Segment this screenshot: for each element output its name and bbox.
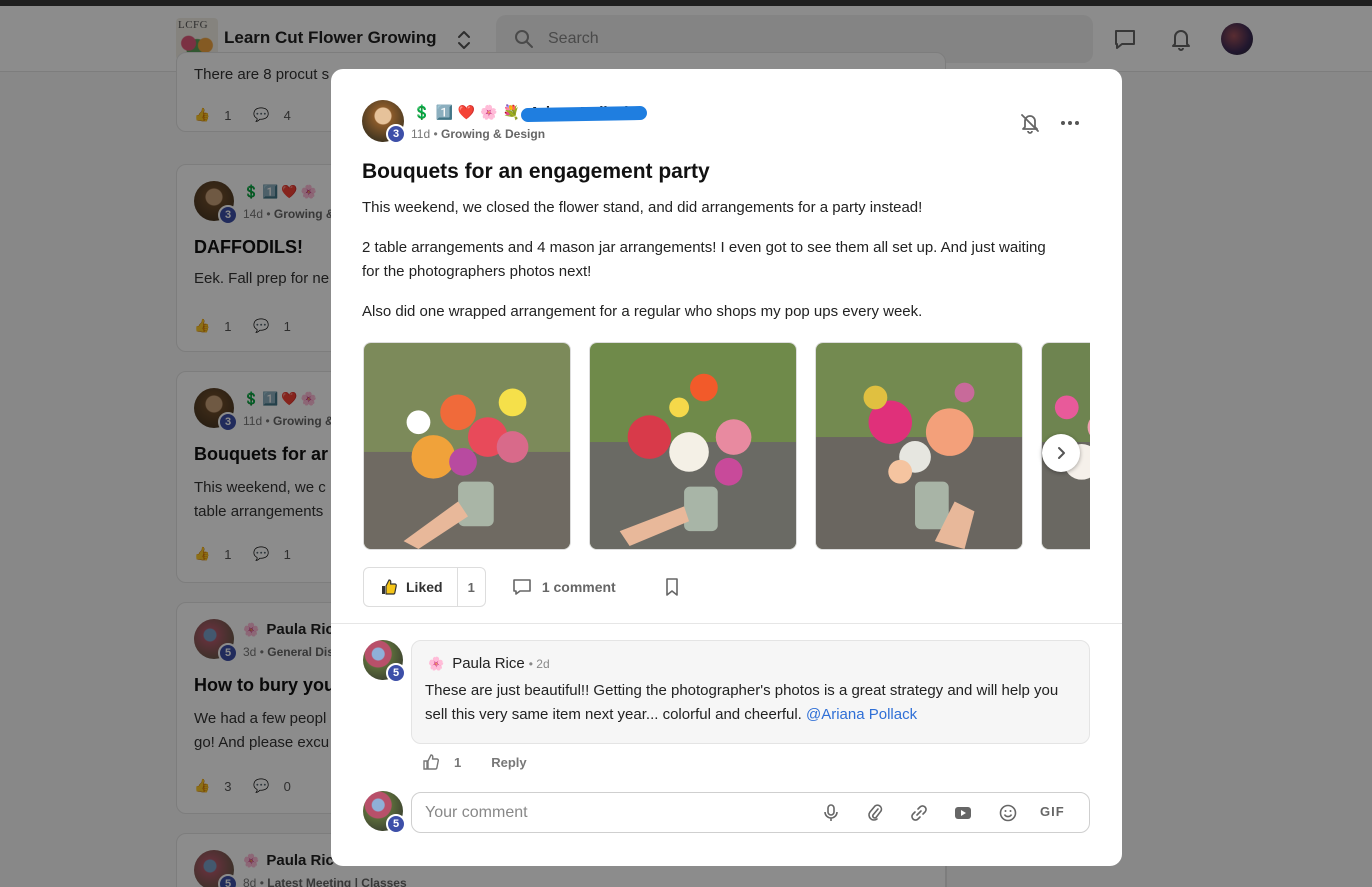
level-badge: 5 [386, 814, 406, 834]
comment-input[interactable] [425, 793, 805, 832]
badge-emoji: 💐 [502, 103, 521, 120]
comment-like-count: 1 [454, 754, 462, 770]
image-gallery [363, 342, 1090, 550]
thumbs-up-icon[interactable] [422, 753, 440, 771]
badge-emoji: ❤️ [457, 103, 476, 120]
badge-emoji: 💲 [413, 103, 431, 120]
gif-button[interactable]: GIF [1040, 804, 1065, 819]
commenter-avatar[interactable]: 5 [363, 640, 406, 683]
comment-text: These are just beautiful!! Getting the p… [425, 682, 1059, 723]
thumbs-up-filled-icon [382, 579, 397, 595]
microphone-icon[interactable] [821, 803, 841, 823]
bookmark-icon[interactable] [662, 577, 682, 597]
post-category[interactable]: Growing & Design [441, 127, 545, 141]
level-badge: 5 [386, 663, 406, 683]
post-paragraph: Also did one wrapped arrangement for a r… [362, 303, 923, 320]
like-button-group: Liked 1 [363, 567, 486, 607]
emoji-icon[interactable] [998, 803, 1018, 823]
post-paragraph: 2 table arrangements and 4 mason jar arr… [362, 239, 1046, 280]
post-title: Bouquets for an engagement party [362, 160, 710, 183]
bouquet-photo[interactable] [363, 342, 571, 550]
comment-icon [513, 579, 531, 595]
bell-off-icon[interactable] [1019, 112, 1041, 134]
post-modal: 3 💲 1️⃣ ❤️ 🌸 💐 Ariana Pollack 11d • Grow… [331, 69, 1122, 866]
paperclip-icon[interactable] [865, 803, 885, 823]
author-name[interactable]: Ariana Pollack [521, 104, 648, 122]
gallery-next-button[interactable] [1042, 434, 1080, 472]
link-icon[interactable] [909, 803, 929, 823]
author-avatar[interactable]: 3 [362, 100, 406, 144]
badge-emoji: 🌸 [428, 655, 445, 671]
author-row: 💲 1️⃣ ❤️ 🌸 💐 Ariana Pollack [413, 102, 648, 122]
redaction-mark [521, 105, 648, 122]
bouquet-photo[interactable] [589, 342, 797, 550]
post-time: 11d [411, 127, 431, 141]
comment-count-label: 1 comment [541, 579, 616, 595]
like-label: Liked [406, 579, 443, 595]
badge-emoji: 🌸 [480, 103, 498, 120]
post-body: This weekend, we closed the flower stand… [362, 196, 1062, 340]
post-meta: 11d • Growing & Design [411, 127, 546, 141]
badge-emoji: 1️⃣ [435, 103, 453, 120]
comment-actions: 1 Reply [422, 753, 527, 771]
like-button[interactable]: Liked [364, 568, 457, 606]
comment-button[interactable]: 1 comment [512, 577, 616, 597]
comment-bubble: 🌸 Paula Rice • 2d These are just beautif… [411, 640, 1090, 744]
current-user-avatar: 5 [363, 791, 406, 834]
reply-button[interactable]: Reply [491, 755, 526, 770]
comment-header: 🌸 Paula Rice • 2d [428, 655, 550, 672]
like-count[interactable]: 1 [456, 568, 485, 606]
video-icon[interactable] [953, 803, 973, 823]
divider [331, 623, 1122, 624]
user-mention-link[interactable]: @Ariana Pollack [806, 706, 917, 723]
chevron-right-icon [1058, 447, 1065, 459]
post-actions: Liked 1 1 comment [363, 567, 682, 607]
level-badge: 3 [386, 124, 406, 144]
commenter-name[interactable]: Paula Rice [452, 655, 525, 672]
more-options-icon[interactable] [1058, 112, 1082, 134]
comment-composer: GIF [411, 792, 1090, 833]
post-paragraph: This weekend, we closed the flower stand… [362, 199, 923, 216]
comment-time: • 2d [528, 656, 550, 671]
bouquet-photo[interactable] [815, 342, 1023, 550]
